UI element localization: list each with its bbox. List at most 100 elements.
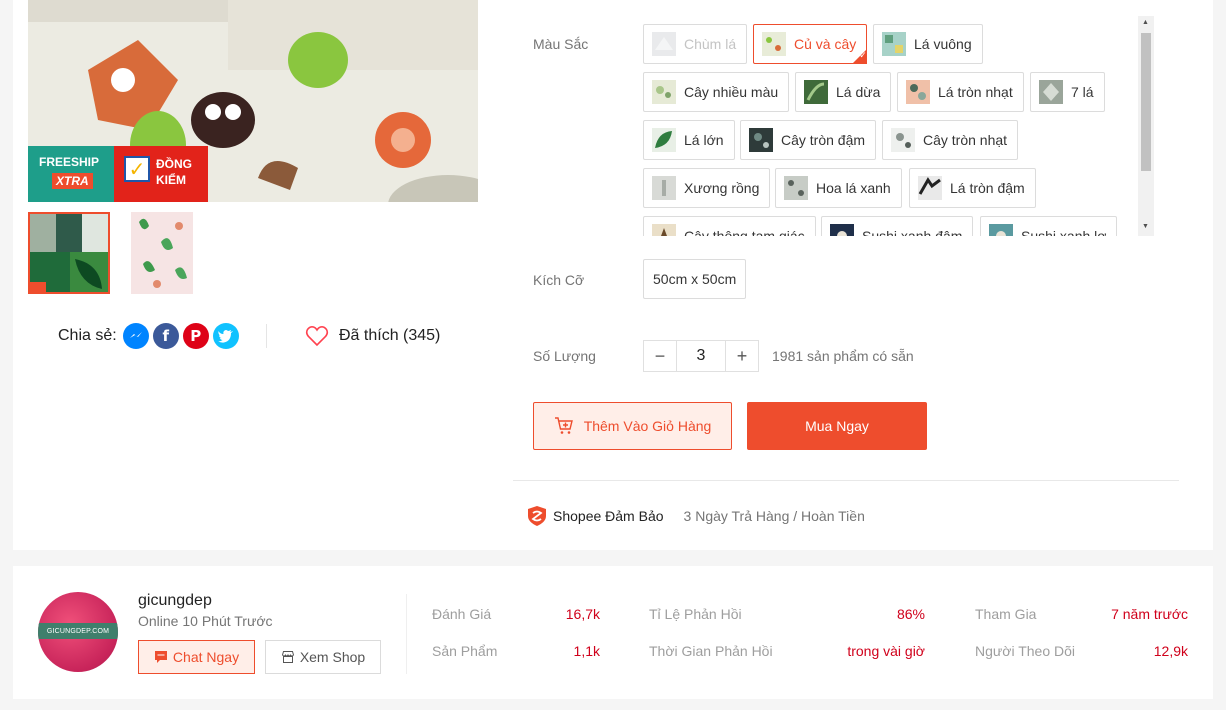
swatch-la-dua	[804, 80, 828, 104]
stat-value-followers: 12,9k	[1153, 643, 1188, 659]
size-label: Kích Cỡ	[533, 272, 585, 288]
shop-avatar[interactable]: GICUNGDEP.COM	[38, 592, 118, 672]
color-option-label: Chùm lá	[684, 36, 737, 52]
color-label: Màu Sắc	[533, 36, 589, 52]
freeship-xtra-badge: FREESHIP XTRA	[28, 146, 114, 202]
swatch-cay-thong-tam-giac	[652, 224, 676, 236]
cart-plus-icon	[554, 417, 573, 434]
scrollbar-thumb[interactable]	[1141, 33, 1151, 171]
thumbnail-2[interactable]	[131, 212, 213, 294]
color-option-xuong-rong[interactable]: Xương rồng	[643, 168, 771, 208]
add-to-cart-label: Thêm Vào Giỏ Hàng	[583, 418, 712, 434]
swatch-la-lon	[652, 128, 676, 152]
swatch-cu-va-cay	[762, 32, 786, 56]
quantity-stepper: − 3 +	[643, 340, 759, 372]
color-option-label: Cây thông tam giác	[684, 228, 805, 236]
color-option-label: 7 lá	[1071, 84, 1094, 100]
swatch-chum-la	[652, 32, 676, 56]
color-option-label: Củ và cây	[794, 36, 857, 52]
color-option-cay-nhieu-mau[interactable]: Cây nhiều màu	[643, 72, 790, 112]
swatch-sushi-xanh-dam	[830, 224, 854, 236]
swatch-xuong-rong	[652, 176, 676, 200]
dong-kiem-text-1: ĐỒNG	[156, 157, 192, 171]
shopee-guarantee[interactable]: Shopee Đảm Bảo 3 Ngày Trả Hàng / Hoàn Ti…	[527, 505, 865, 527]
stat-value-joined: 7 năm trước	[1111, 606, 1188, 622]
color-option-label: Xương rồng	[684, 180, 760, 196]
color-option-la-lon[interactable]: Lá lớn	[643, 120, 735, 160]
twitter-icon[interactable]	[212, 323, 239, 349]
color-option-cay-tron-dam[interactable]: Cây tròn đậm	[740, 120, 877, 160]
product-main-image[interactable]: FREESHIP XTRA ✓ ĐỒNG KIỂM	[28, 0, 478, 202]
messenger-glyph	[129, 332, 142, 338]
color-option-cay-tron-nhat[interactable]: Cây tròn nhạt	[882, 120, 1019, 160]
share-divider	[266, 324, 267, 348]
shop-avatar-text: GICUNGDEP.COM	[38, 623, 118, 639]
stat-value-products[interactable]: 1,1k	[500, 643, 600, 659]
view-shop-button[interactable]: Xem Shop	[265, 640, 381, 674]
buy-now-button[interactable]: Mua Ngay	[747, 402, 927, 450]
color-option-label: Sushi xanh đậm	[862, 228, 963, 236]
stat-label-followers: Người Theo Dõi	[975, 643, 1076, 659]
stat-value-response-rate: 86%	[896, 606, 925, 622]
swatch-la-tron-nhat	[906, 80, 930, 104]
stat-label-ratings: Đánh Giá	[432, 606, 492, 622]
stat-label-products: Sản Phẩm	[432, 643, 498, 659]
color-option-cu-va-cay[interactable]: Củ và cây	[753, 24, 868, 64]
color-option-la-dua[interactable]: Lá dừa	[795, 72, 892, 112]
color-option-label: Lá tròn nhạt	[938, 84, 1013, 100]
color-option-chum-la[interactable]: Chùm lá	[643, 24, 748, 64]
color-option-la-tron-nhat[interactable]: Lá tròn nhạt	[897, 72, 1024, 112]
color-option-la-vuong[interactable]: Lá vuông	[873, 24, 983, 64]
dong-kiem-badge: ✓ ĐỒNG KIỂM	[114, 146, 208, 202]
color-options-scrollbar[interactable]: ▲ ▼	[1138, 16, 1154, 236]
quantity-increase-button[interactable]: +	[726, 341, 758, 371]
swatch-cay-tron-dam	[749, 128, 773, 152]
swatch-la-vuong	[882, 32, 906, 56]
xtra-text: XTRA	[52, 173, 93, 189]
swatch-7-la	[1039, 80, 1063, 104]
guarantee-text: 3 Ngày Trả Hàng / Hoàn Tiền	[683, 508, 865, 524]
color-options: Chùm lá Củ và cây Lá vuông Cây nhiều màu…	[641, 16, 1155, 236]
color-option-label: Cây tròn nhạt	[923, 132, 1008, 148]
stat-label-joined: Tham Gia	[975, 606, 1037, 622]
size-option[interactable]: 50cm x 50cm	[643, 259, 747, 299]
swatch-cay-nhieu-mau	[652, 80, 676, 104]
chat-icon	[154, 651, 167, 663]
product-card: FREESHIP XTRA ✓ ĐỒNG KIỂM Chia sẻ: f P Đ…	[13, 0, 1213, 550]
shop-card: GICUNGDEP.COM gicungdep Online 10 Phút T…	[13, 566, 1213, 699]
quantity-input[interactable]: 3	[676, 341, 726, 371]
guarantee-title: Shopee Đảm Bảo	[553, 508, 664, 524]
stat-label-response-rate: Tỉ Lệ Phản Hồi	[649, 606, 742, 622]
scroll-down-icon[interactable]: ▼	[1142, 223, 1149, 230]
like-button[interactable]: Đã thích (345)	[305, 322, 440, 350]
heart-icon	[305, 325, 329, 347]
color-option-cay-thong-tam-giac[interactable]: Cây thông tam giác	[643, 216, 816, 236]
messenger-icon[interactable]	[122, 323, 149, 349]
add-to-cart-button[interactable]: Thêm Vào Giỏ Hàng	[533, 402, 732, 450]
chat-now-label: Chat Ngay	[172, 649, 240, 665]
scroll-up-icon[interactable]: ▲	[1142, 19, 1149, 26]
shop-name[interactable]: gicungdep	[138, 592, 212, 610]
color-option-7-la[interactable]: 7 lá	[1030, 72, 1105, 112]
color-option-label: Sushi xanh lơ	[1021, 228, 1107, 236]
thumbnail-1[interactable]	[28, 212, 110, 294]
swatch-sushi-xanh-lo	[989, 224, 1013, 236]
stat-label-response-time: Thời Gian Phản Hồi	[649, 643, 773, 659]
selected-check-icon	[852, 49, 868, 64]
stat-value-response-time: trong vài giờ	[847, 643, 925, 659]
color-option-sushi-xanh-dam[interactable]: Sushi xanh đậm	[821, 216, 974, 236]
shop-online-status: Online 10 Phút Trước	[138, 613, 273, 629]
quantity-decrease-button[interactable]: −	[644, 341, 676, 371]
shop-icon	[281, 651, 294, 663]
color-option-label: Lá vuông	[914, 36, 972, 52]
quantity-label: Số Lượng	[533, 348, 596, 364]
pinterest-icon[interactable]: P	[182, 323, 209, 349]
color-option-la-tron-dam[interactable]: Lá tròn đậm	[909, 168, 1036, 208]
chat-now-button[interactable]: Chat Ngay	[138, 640, 255, 674]
check-icon: ✓	[124, 156, 150, 182]
color-option-hoa-la-xanh[interactable]: Hoa lá xanh	[775, 168, 902, 208]
facebook-icon[interactable]: f	[152, 323, 179, 349]
color-option-sushi-xanh-lo[interactable]: Sushi xanh lơ	[980, 216, 1118, 236]
swatch-hoa-la-xanh	[784, 176, 808, 200]
section-divider	[513, 480, 1179, 481]
